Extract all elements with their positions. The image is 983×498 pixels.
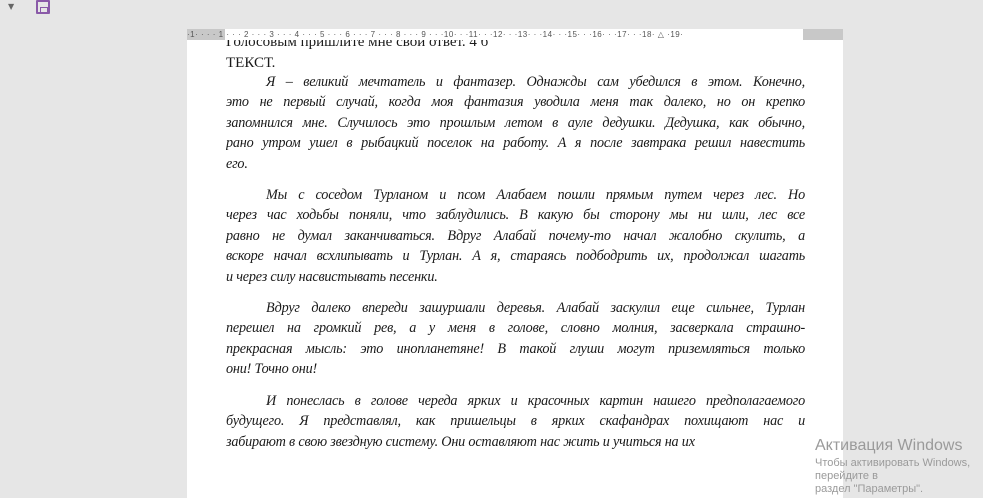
paragraph: Я – великий мечтатель и фантазер. Однажд… [226, 72, 805, 174]
text-line: прекрасная мысль: это инопланетяне! В та… [226, 340, 805, 357]
text-line: Вдруг далеко впереди зашуршали деревья. … [266, 300, 805, 316]
save-icon[interactable] [36, 0, 50, 14]
text-line: вскоре начал всхлипывать и Турлан. А я, … [226, 248, 805, 265]
text-line: рано утром ушел в рыбацкий поселок на ра… [226, 135, 805, 152]
paragraph: Мы с соседом Турланом и псом Алабаем пош… [226, 185, 805, 287]
text-line: и через силу насвистывать песенки. [226, 268, 438, 285]
horizontal-ruler[interactable]: ·1· · · · 1 · · · 2 · · · 3 · · · 4 · · … [187, 29, 843, 40]
text-line: это не первый случай, когда моя фантазия… [226, 94, 805, 111]
text-line: И понеслась в голове череда ярких и крас… [266, 393, 805, 409]
text-line: Мы с соседом Турланом и псом Алабаем пош… [266, 187, 805, 203]
text-line: перешел на громкий рев, а у меня в голов… [226, 320, 805, 337]
text-line: через час ходьбы поняли, что заблудились… [226, 207, 805, 224]
text-line: его. [226, 155, 248, 172]
ruler-margin-right [803, 29, 843, 40]
paragraph: Вдруг далеко впереди зашуршали деревья. … [226, 298, 805, 380]
activation-watermark-title: Активация Windows [815, 437, 963, 454]
activation-watermark-line1: Чтобы активировать Windows, перейдите в [815, 457, 971, 482]
document-page[interactable]: Голосовым пришлите мне свой ответ. 4 б Т… [187, 40, 843, 498]
cut-off-line: Голосовым пришлите мне свой ответ. 4 б [226, 40, 489, 50]
heading-text: ТЕКСТ. [226, 55, 276, 71]
ruler-ticks: ·1· · · · 1 · · · 2 · · · 3 · · · 4 · · … [187, 30, 684, 39]
text-line: Я – великий мечтатель и фантазер. Однажд… [266, 74, 805, 90]
text-line: запомнился мне. Случилось это прошлым ле… [226, 114, 805, 131]
text-line: они! Точно они! [226, 361, 317, 378]
activation-watermark-line2: раздел "Параметры". [815, 483, 924, 495]
customize-toolbar-dropdown-icon[interactable]: ▼ [8, 2, 14, 11]
text-line: равно не думал заканчиваться. Вдруг Алаб… [226, 227, 805, 244]
text-line: будущего. Я представлял, как пришельцы в… [226, 413, 805, 430]
paragraph: И понеслась в голове череда ярких и крас… [226, 391, 805, 452]
activation-watermark: Активация Windows Чтобы активировать Win… [815, 436, 981, 496]
text-line: забирают в свою звездную систему. Они ос… [226, 433, 695, 450]
